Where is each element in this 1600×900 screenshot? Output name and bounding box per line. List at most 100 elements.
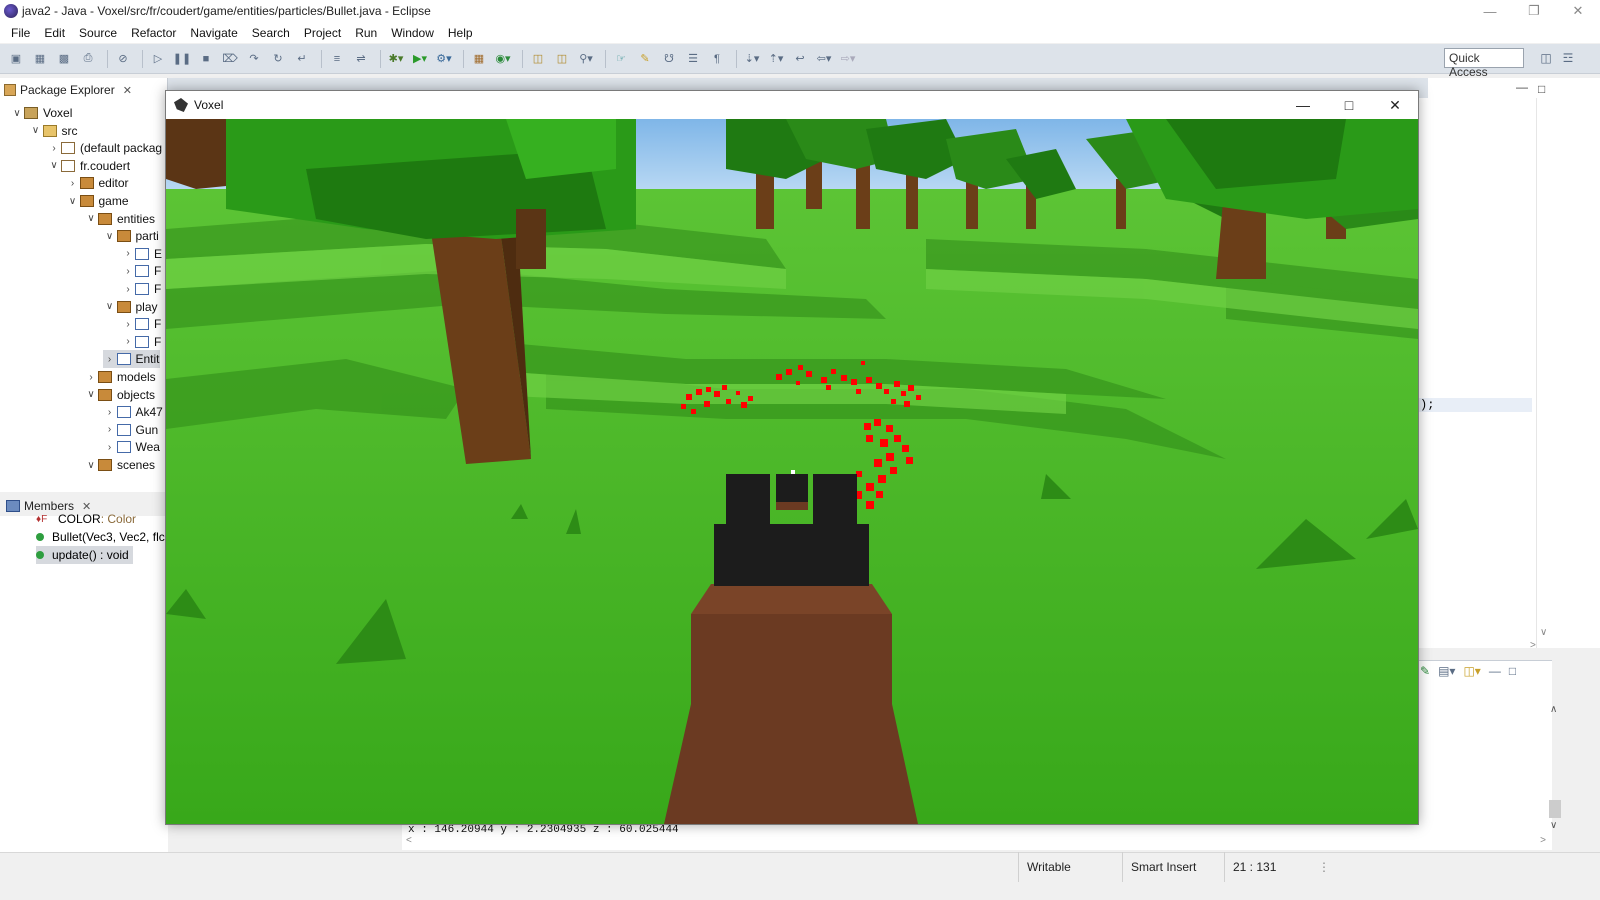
chevron-down-icon[interactable]: ∨ (84, 213, 98, 224)
console-vertical-scrollbar[interactable]: ∧ ∨ (1548, 704, 1562, 834)
status-more-icon[interactable]: ⋮ (1310, 852, 1330, 882)
open-console-icon[interactable]: ◫▾ (1463, 664, 1480, 684)
chevron-right-icon[interactable]: › (121, 319, 135, 330)
close-icon[interactable]: ✕ (123, 84, 132, 97)
game-viewport[interactable] (166, 119, 1418, 824)
step-into-icon[interactable]: ↷ (244, 50, 264, 68)
new-icon[interactable]: ▣ (6, 50, 26, 68)
minimize-icon[interactable]: — (1280, 91, 1326, 119)
open-task-icon[interactable]: ◫ (552, 50, 572, 68)
chevron-right-icon[interactable]: › (84, 372, 98, 383)
chevron-right-icon[interactable]: › (103, 354, 117, 365)
disconnect-icon[interactable]: ⌦ (220, 50, 240, 68)
maximize-view-icon[interactable]: □ (1538, 82, 1545, 96)
tree-item[interactable]: ∨ scenes (84, 456, 155, 474)
chevron-down-icon[interactable]: ∨ (66, 196, 80, 207)
menu-help[interactable]: Help (441, 26, 480, 40)
tree-item[interactable]: › Gun (103, 421, 158, 439)
chevron-right-icon[interactable]: › (121, 336, 135, 347)
menu-search[interactable]: Search (245, 26, 297, 40)
toggle-breadcrumb-icon[interactable]: ☋ (659, 50, 679, 68)
scroll-down-icon[interactable]: ∨ (1540, 627, 1547, 638)
show-whitespace-icon[interactable]: ¶ (707, 50, 727, 68)
chevron-right-icon[interactable]: › (121, 284, 135, 295)
chevron-right-icon[interactable]: › (121, 266, 135, 277)
tree-item[interactable]: › F (121, 315, 161, 333)
next-annotation-icon[interactable]: ⇣▾ (742, 50, 762, 68)
skip-breakpoints-icon[interactable]: ⊘ (113, 50, 133, 68)
save-icon[interactable]: ▦ (30, 50, 50, 68)
tree-item[interactable]: ∨ entities (84, 210, 155, 228)
chevron-down-icon[interactable]: ∨ (103, 231, 117, 242)
step-return-icon[interactable]: ↵ (292, 50, 312, 68)
tree-item[interactable]: › editor (66, 174, 129, 192)
tree-item[interactable]: ∨ game (66, 192, 129, 210)
tree-item[interactable]: › (default packag (47, 139, 162, 157)
chevron-down-icon[interactable]: ∨ (10, 108, 24, 119)
chevron-down-icon[interactable]: ∨ (84, 460, 98, 471)
tree-item[interactable]: › models (84, 368, 155, 386)
tree-item[interactable]: › Wea (103, 438, 160, 456)
debug-icon[interactable]: ✱▾ (386, 50, 406, 68)
last-edit-icon[interactable]: ↩ (790, 50, 810, 68)
external-tools-icon[interactable]: ⚙▾ (434, 50, 454, 68)
minimize-view-icon[interactable]: — (1516, 80, 1528, 94)
tree-item[interactable]: › F (121, 280, 161, 298)
pin-console-icon[interactable]: ✎ (1420, 664, 1430, 684)
chevron-right-icon[interactable]: › (103, 442, 117, 453)
scroll-left-icon[interactable]: < (406, 835, 412, 846)
use-step-filters-icon[interactable]: ⇌ (351, 50, 371, 68)
menu-refactor[interactable]: Refactor (124, 26, 183, 40)
display-console-icon[interactable]: ▤▾ (1438, 664, 1455, 684)
tree-item[interactable]: ∨ src (29, 122, 78, 140)
menu-window[interactable]: Window (384, 26, 441, 40)
tree-item[interactable]: ∨ objects (84, 386, 155, 404)
restore-icon[interactable]: ❐ (1512, 0, 1556, 22)
editor-vertical-scrollbar[interactable]: ∨ (1536, 98, 1552, 648)
maximize-console-icon[interactable]: □ (1509, 664, 1516, 684)
minimize-icon[interactable]: — (1468, 0, 1512, 22)
minimize-console-icon[interactable]: — (1489, 664, 1501, 684)
mark-occurrences-icon[interactable]: ✎ (635, 50, 655, 68)
new-java-package-icon[interactable]: ▦ (469, 50, 489, 68)
previous-annotation-icon[interactable]: ⇡▾ (766, 50, 786, 68)
forward-icon[interactable]: ⇨▾ (838, 50, 858, 68)
tree-item[interactable]: ∨ parti (103, 227, 159, 245)
step-over-icon[interactable]: ↻ (268, 50, 288, 68)
scroll-thumb[interactable] (1549, 800, 1561, 818)
chevron-down-icon[interactable]: ∨ (29, 125, 43, 136)
new-java-class-icon[interactable]: ◉▾ (493, 50, 513, 68)
maximize-icon[interactable]: □ (1326, 91, 1372, 119)
tree-item[interactable]: ∨ Voxel (10, 104, 72, 122)
suspend-icon[interactable]: ❚❚ (172, 50, 192, 68)
tree-item[interactable]: › Ak47 (103, 403, 163, 421)
chevron-right-icon[interactable]: › (103, 424, 117, 435)
print-icon[interactable]: ⎙ (78, 50, 98, 68)
tree-item[interactable]: › F (121, 262, 161, 280)
resume-icon[interactable]: ▷ (148, 50, 168, 68)
member-item-constructor[interactable]: Bullet(Vec3, Vec2, flc (36, 528, 165, 546)
close-icon[interactable]: ✕ (1372, 91, 1418, 119)
member-item-update[interactable]: update() : void (36, 546, 133, 564)
chevron-right-icon[interactable]: › (47, 143, 61, 154)
quick-access-input[interactable]: Quick Access (1444, 48, 1524, 79)
scroll-up-icon[interactable]: ∧ (1550, 704, 1557, 715)
tree-item[interactable]: ∨ play (103, 298, 158, 316)
scroll-down-icon[interactable]: ∨ (1550, 820, 1557, 831)
scroll-right-icon[interactable]: > (1540, 835, 1546, 846)
tree-item[interactable]: ∨ fr.coudert (47, 157, 130, 175)
member-item-color[interactable]: ♦F COLOR : Color (36, 510, 136, 528)
open-perspective-icon[interactable]: ◫ (1536, 49, 1556, 67)
menu-source[interactable]: Source (72, 26, 124, 40)
tree-item[interactable]: › E (121, 245, 162, 263)
menu-file[interactable]: File (4, 26, 37, 40)
search-icon[interactable]: ⚲▾ (576, 50, 596, 68)
tree-item[interactable]: › F (121, 333, 161, 351)
chevron-right-icon[interactable]: › (103, 407, 117, 418)
open-type-icon[interactable]: ◫ (528, 50, 548, 68)
terminate-icon[interactable]: ■ (196, 50, 216, 68)
menu-project[interactable]: Project (297, 26, 348, 40)
annotation-icon[interactable]: ☞ (611, 50, 631, 68)
chevron-down-icon[interactable]: ∨ (103, 301, 117, 312)
drop-to-frame-icon[interactable]: ≡ (327, 50, 347, 68)
